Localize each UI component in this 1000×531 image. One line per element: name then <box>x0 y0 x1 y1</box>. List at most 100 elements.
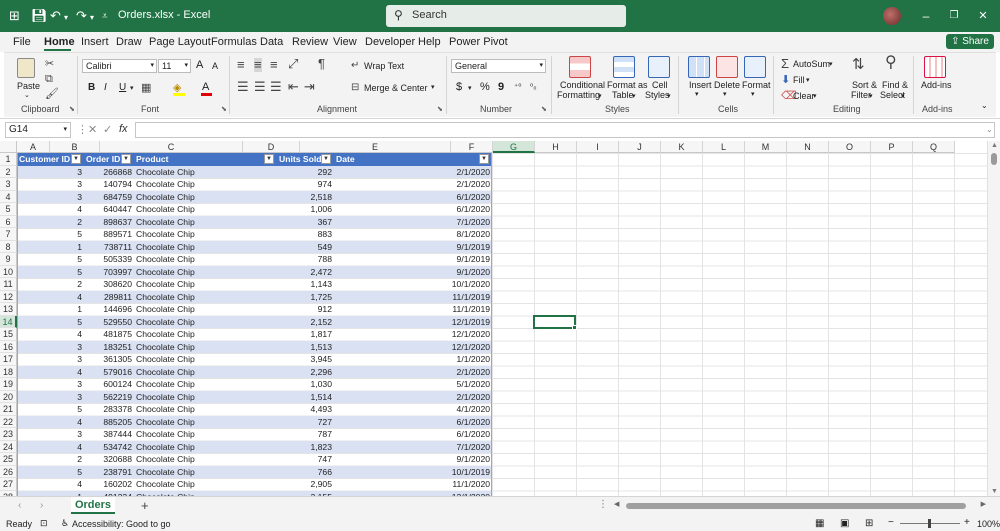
sheet-splitter-icon[interactable]: ⋮ <box>598 499 608 510</box>
cell-units-sold[interactable]: 2,152 <box>277 316 334 329</box>
search-box[interactable]: ⚲ Search <box>386 5 626 27</box>
find-select-label-1[interactable]: Find & <box>882 80 908 90</box>
autosum-button[interactable]: AutoSum <box>793 59 830 69</box>
row-header-15[interactable]: 15 <box>0 328 17 341</box>
column-header-c[interactable]: C <box>100 141 243 153</box>
cell-styles-label-2[interactable]: Styles <box>645 90 670 100</box>
zoom-level[interactable]: 100% <box>977 519 1000 529</box>
copy-icon[interactable]: ⧉ <box>45 72 53 86</box>
sort-filter-label-1[interactable]: Sort & <box>852 80 877 90</box>
expand-formula-bar-icon[interactable]: ⌄ <box>986 125 993 134</box>
cell-date[interactable]: 5/1/2020 <box>334 378 492 391</box>
delete-cells-icon[interactable] <box>716 56 738 78</box>
cell-units-sold[interactable]: 292 <box>277 166 334 179</box>
cell-date[interactable]: 2/1/2020 <box>334 366 492 379</box>
cell-date[interactable]: 11/1/2019 <box>334 291 492 304</box>
cell-order-id[interactable]: 289811 <box>84 291 134 304</box>
column-header-p[interactable]: P <box>871 141 913 153</box>
close-button[interactable]: ✕ <box>975 7 991 25</box>
cell-customer-id[interactable]: 3 <box>17 428 84 441</box>
underline-dropdown-icon[interactable]: ▾ <box>130 84 134 92</box>
vertical-scroll-thumb[interactable] <box>991 153 997 165</box>
cell-date[interactable]: 6/1/2020 <box>334 428 492 441</box>
align-bottom-icon[interactable]: ≡ <box>270 58 278 72</box>
row-header-2[interactable]: 2 <box>0 165 17 178</box>
cell-date[interactable]: 9/1/2020 <box>334 266 492 279</box>
restore-button[interactable]: ❐ <box>946 7 962 25</box>
increase-indent-icon[interactable]: ⇥ <box>304 80 315 94</box>
cell-product[interactable]: Chocolate Chip <box>134 453 277 466</box>
cell-customer-id[interactable]: 5 <box>17 266 84 279</box>
cell-customer-id[interactable]: 4 <box>17 441 84 454</box>
cell-product[interactable]: Chocolate Chip <box>134 203 277 216</box>
row-header-19[interactable]: 19 <box>0 378 17 391</box>
cancel-formula-icon[interactable]: ✕ <box>88 123 97 136</box>
merge-dropdown-icon[interactable]: ▾ <box>431 83 435 91</box>
chevron-down-icon[interactable]: ▾ <box>829 60 833 68</box>
chevron-down-icon[interactable]: ▾ <box>598 92 602 100</box>
cell-customer-id[interactable]: 1 <box>17 303 84 316</box>
conditional-formatting-icon[interactable] <box>569 56 591 78</box>
cell-product[interactable]: Chocolate Chip <box>134 366 277 379</box>
format-as-table-icon[interactable] <box>613 56 635 78</box>
cell-units-sold[interactable]: 1,725 <box>277 291 334 304</box>
tab-insert[interactable]: Insert <box>81 36 109 48</box>
cell-date[interactable]: 6/1/2020 <box>334 203 492 216</box>
cell-units-sold[interactable]: 766 <box>277 466 334 479</box>
cell-customer-id[interactable]: 3 <box>17 341 84 354</box>
chevron-down-icon[interactable]: ▾ <box>869 92 873 100</box>
cell-date[interactable]: 2/1/2020 <box>334 178 492 191</box>
column-header-q[interactable]: Q <box>913 141 955 153</box>
cell-customer-id[interactable]: 1 <box>17 241 84 254</box>
cell-order-id[interactable]: 703997 <box>84 266 134 279</box>
chevron-down-icon[interactable]: ▾ <box>695 90 699 98</box>
tab-formulas[interactable]: Formulas <box>211 36 257 48</box>
insert-cells-button[interactable]: Insert <box>689 80 712 90</box>
row-header-5[interactable]: 5 <box>0 203 17 216</box>
chevron-down-icon[interactable]: ▾ <box>723 90 727 98</box>
column-header-n[interactable]: N <box>787 141 829 153</box>
cell-customer-id[interactable]: 2 <box>17 453 84 466</box>
cell-product[interactable]: Chocolate Chip <box>134 291 277 304</box>
accessibility-status[interactable]: Accessibility: Good to go <box>72 519 171 529</box>
horizontal-scrollbar[interactable]: ◀ ▶ <box>614 501 986 511</box>
cell-product[interactable]: Chocolate Chip <box>134 241 277 254</box>
clipboard-launcher-icon[interactable]: ⬊ <box>69 105 75 113</box>
row-header-14[interactable]: 14 <box>0 315 17 328</box>
cell-customer-id[interactable]: 2 <box>17 216 84 229</box>
chevron-down-icon[interactable]: ▾ <box>806 76 810 84</box>
more-icon[interactable]: ⋮ <box>77 123 88 136</box>
align-left-icon[interactable]: ☰ <box>237 80 249 94</box>
cell-product[interactable]: Chocolate Chip <box>134 466 277 479</box>
tab-home[interactable]: Home <box>44 36 75 48</box>
cell-date[interactable]: 2/1/2020 <box>334 166 492 179</box>
cell-order-id[interactable]: 283378 <box>84 403 134 416</box>
cell-units-sold[interactable]: 2,905 <box>277 478 334 491</box>
currency-button[interactable]: $ <box>456 81 462 93</box>
cell-order-id[interactable]: 562219 <box>84 391 134 404</box>
select-all-corner[interactable] <box>0 141 17 153</box>
column-header-f[interactable]: F <box>451 141 493 153</box>
cell-date[interactable]: 12/1/2019 <box>334 316 492 329</box>
redo-dropdown-icon[interactable]: ▾ <box>90 10 94 26</box>
cell-product[interactable]: Chocolate Chip <box>134 403 277 416</box>
cell-product[interactable]: Chocolate Chip <box>134 328 277 341</box>
text-direction-icon[interactable]: ¶ <box>318 57 325 71</box>
paste-button[interactable]: Paste <box>17 81 40 91</box>
cell-product[interactable]: Chocolate Chip <box>134 191 277 204</box>
italic-button[interactable]: I <box>104 82 107 93</box>
vertical-scrollbar[interactable]: ▲ ▼ <box>987 141 1000 496</box>
increase-decimal-icon[interactable]: ⁺⁰ <box>514 82 521 91</box>
cell-date[interactable]: 8/1/2020 <box>334 228 492 241</box>
cell-customer-id[interactable]: 5 <box>17 466 84 479</box>
wrap-text-button[interactable]: Wrap Text <box>364 61 404 71</box>
prev-sheet-icon[interactable]: ‹ <box>18 500 21 511</box>
paste-dropdown-icon[interactable]: ⌄ <box>24 91 30 99</box>
undo-dropdown-icon[interactable]: ▾ <box>64 10 68 26</box>
tab-view[interactable]: View <box>333 36 357 48</box>
cell-styles-label-1[interactable]: Cell <box>652 80 668 90</box>
cell-date[interactable]: 9/1/2019 <box>334 253 492 266</box>
cell-customer-id[interactable]: 4 <box>17 291 84 304</box>
align-top-icon[interactable]: ≡ <box>237 58 245 72</box>
cell-customer-id[interactable]: 2 <box>17 278 84 291</box>
